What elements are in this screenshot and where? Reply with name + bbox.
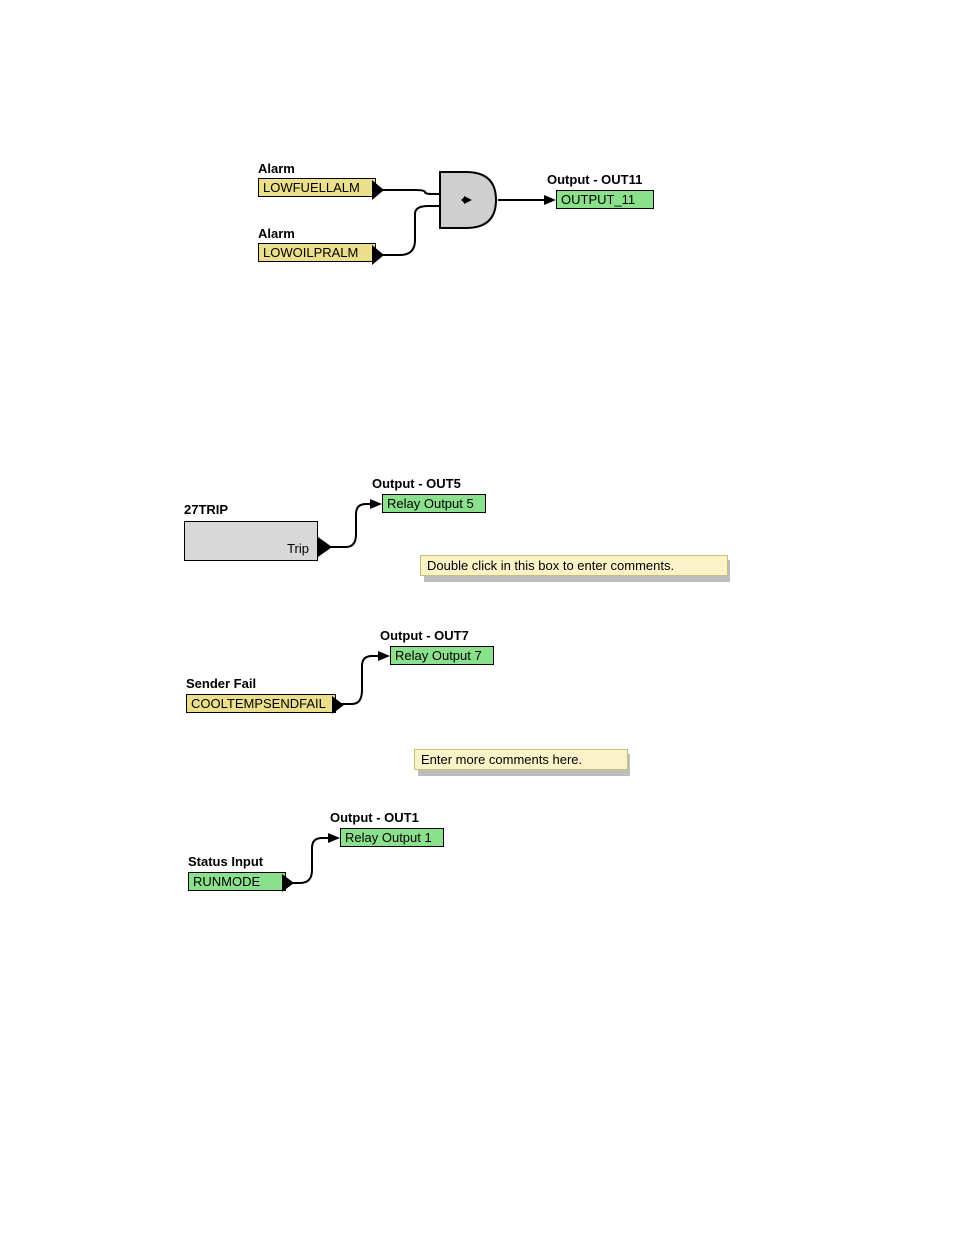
d3-port-triangle bbox=[332, 696, 344, 714]
alarm1-node-label: LOWFUELLALM bbox=[263, 180, 360, 195]
d3-output-title: Output - OUT7 bbox=[380, 628, 469, 643]
d2-comment-text: Double click in this box to enter commen… bbox=[427, 558, 674, 573]
d1-output-node-label: OUTPUT_11 bbox=[561, 192, 635, 207]
logic-gate[interactable] bbox=[438, 170, 500, 232]
alarm1-title: Alarm bbox=[258, 161, 295, 176]
d1-output-title: Output - OUT11 bbox=[547, 172, 642, 187]
d2-output-node-label: Relay Output 5 bbox=[387, 496, 474, 511]
d4-output-title: Output - OUT1 bbox=[330, 810, 419, 825]
alarm1-node[interactable]: LOWFUELLALM bbox=[258, 178, 376, 197]
d2-block-title: 27TRIP bbox=[184, 502, 228, 517]
d4-port-triangle bbox=[282, 874, 294, 892]
d1-output-node[interactable]: OUTPUT_11 bbox=[556, 190, 654, 209]
d3-input-title: Sender Fail bbox=[186, 676, 256, 691]
d4-input-node-label: RUNMODE bbox=[193, 874, 260, 889]
d2-trip-port-label: Trip bbox=[287, 541, 309, 556]
d2-output-title: Output - OUT5 bbox=[372, 476, 461, 491]
d4-output-node-label: Relay Output 1 bbox=[345, 830, 432, 845]
d3-input-node[interactable]: COOLTEMPSENDFAIL bbox=[186, 694, 336, 713]
d2-comment-box[interactable]: Double click in this box to enter commen… bbox=[420, 555, 728, 576]
alarm2-node-label: LOWOILPRALM bbox=[263, 245, 358, 260]
d3-output-node[interactable]: Relay Output 7 bbox=[390, 646, 494, 665]
d4-input-node[interactable]: RUNMODE bbox=[188, 872, 286, 891]
alarm2-title: Alarm bbox=[258, 226, 295, 241]
alarm2-port-triangle bbox=[372, 245, 384, 265]
d2-trip-block[interactable]: Trip bbox=[184, 521, 318, 561]
d3-output-node-label: Relay Output 7 bbox=[395, 648, 482, 663]
d3-comment-box[interactable]: Enter more comments here. bbox=[414, 749, 628, 770]
d2-output-node[interactable]: Relay Output 5 bbox=[382, 494, 486, 513]
d4-output-node[interactable]: Relay Output 1 bbox=[340, 828, 444, 847]
alarm2-node[interactable]: LOWOILPRALM bbox=[258, 243, 376, 262]
d4-input-title: Status Input bbox=[188, 854, 263, 869]
d3-comment-text: Enter more comments here. bbox=[421, 752, 582, 767]
diagram-page: Alarm LOWFUELLALM Alarm LOWOILPRALM Outp… bbox=[0, 0, 954, 1235]
alarm1-port-triangle bbox=[372, 180, 384, 200]
d3-input-node-label: COOLTEMPSENDFAIL bbox=[191, 696, 326, 711]
d2-trip-port-triangle bbox=[318, 537, 332, 557]
